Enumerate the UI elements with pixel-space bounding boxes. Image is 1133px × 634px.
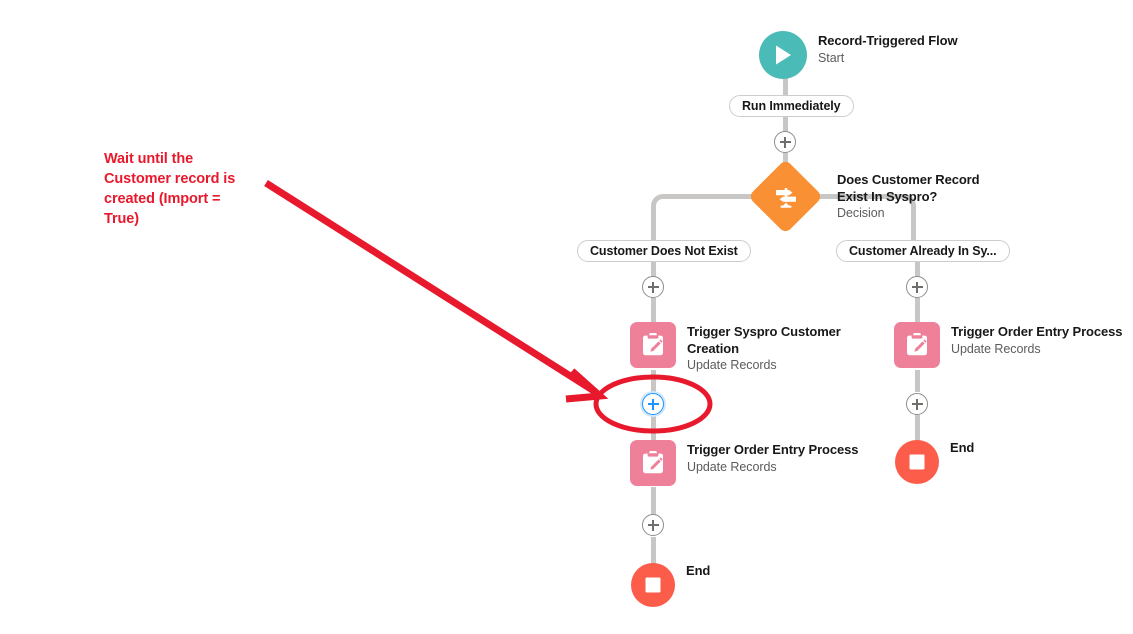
connector-right-add-to-end [915,415,920,441]
play-icon [776,45,791,65]
update-right-title: Trigger Order Entry Process [951,324,1123,339]
connector-left-update2-to-add [651,487,656,515]
stop-square-icon [909,454,925,470]
clipboard-pencil-icon [643,451,663,474]
connector-pill-to-add [783,117,788,132]
decision-subtitle: Decision [837,206,885,221]
flow-canvas[interactable]: Record-Triggered Flow Start Run Immediat… [0,0,1133,634]
update-left-subtitle: Update Records [687,358,777,373]
branch-label-customer-already-in-syspro[interactable]: Customer Already In Sy... [836,240,1010,262]
decision-shape-wrap [748,159,823,234]
end-right-title: End [950,440,975,455]
connector-left-update-to-add [651,370,656,392]
branch-label-customer-does-not-exist[interactable]: Customer Does Not Exist [577,240,751,262]
update-left-second-title: Trigger Order Entry Process [687,442,859,457]
update-left-labels: Trigger Syspro Customer Creation Update … [687,322,855,373]
node-update-trigger-syspro-customer-creation[interactable]: Trigger Syspro Customer Creation Update … [630,322,855,373]
clipboard-pencil-icon [907,333,927,356]
connector-left-add-to-update [651,298,656,322]
annotation-arrow [264,180,609,403]
signpost-icon [775,187,796,208]
start-subtitle: Start [818,50,845,65]
start-title: Record-Triggered Flow [818,33,958,48]
annotation-text: Wait until the Customer record is create… [104,151,236,227]
connector-left-add-to-update2 [651,415,656,440]
node-start[interactable]: Record-Triggered Flow Start [759,31,958,79]
plus-vertical-bar [652,519,654,531]
plus-vertical-bar [784,136,786,148]
stop-square-icon [645,577,661,593]
start-labels: Record-Triggered Flow Start [818,31,958,66]
add-button-after-trigger-order-entry-left[interactable] [642,514,664,536]
connector-decision-left-horizontal [663,194,755,199]
add-button-after-trigger-syspro-customer-creation[interactable] [642,393,664,415]
add-button-branch-right[interactable] [906,276,928,298]
update-left-second-labels: Trigger Order Entry Process Update Recor… [687,440,859,475]
add-button-after-start[interactable] [774,131,796,153]
end-shape[interactable] [895,440,939,484]
end-left-title: End [686,563,711,578]
update-left-second-subtitle: Update Records [687,459,777,474]
plus-vertical-bar [916,398,918,410]
node-update-trigger-order-entry-process-right[interactable]: Trigger Order Entry Process Update Recor… [894,322,1123,368]
connector-right-pill-to-add [915,261,920,277]
annotation-overlay [264,180,713,434]
connector-left-add-to-end [651,537,656,564]
end-shape[interactable] [631,563,675,607]
decision-shape[interactable] [748,159,823,234]
start-shape[interactable] [759,31,807,79]
plus-vertical-bar [916,281,918,293]
node-decision[interactable]: Does Customer Record Exist In Syspro? De… [748,159,1005,234]
node-end-left[interactable]: End [631,563,710,607]
end-right-labels: End [950,440,974,457]
clipboard-pencil-icon [643,333,663,356]
plus-vertical-bar [652,281,654,293]
update-right-labels: Trigger Order Entry Process Update Recor… [951,322,1123,357]
connector-left-pill-to-add [651,261,656,277]
connector-right-update-to-add [915,370,920,392]
decision-title: Does Customer Record Exist In Syspro? [837,172,980,204]
update-right-subtitle: Update Records [951,341,1041,356]
update-records-shape[interactable] [894,322,940,368]
connector-left-branch-vertical [651,208,656,242]
plus-vertical-bar [652,398,654,410]
connector-label-run-immediately[interactable]: Run Immediately [729,95,854,117]
update-records-shape[interactable] [630,322,676,368]
update-left-title: Trigger Syspro Customer Creation [687,324,841,356]
update-records-shape[interactable] [630,440,676,486]
connector-right-add-to-update [915,298,920,322]
node-end-right[interactable]: End [895,440,974,484]
end-left-labels: End [686,563,710,580]
decision-labels: Does Customer Record Exist In Syspro? De… [837,170,1005,221]
node-update-trigger-order-entry-process-left[interactable]: Trigger Order Entry Process Update Recor… [630,440,859,486]
add-button-branch-left[interactable] [642,276,664,298]
add-button-after-trigger-order-entry-right[interactable] [906,393,928,415]
